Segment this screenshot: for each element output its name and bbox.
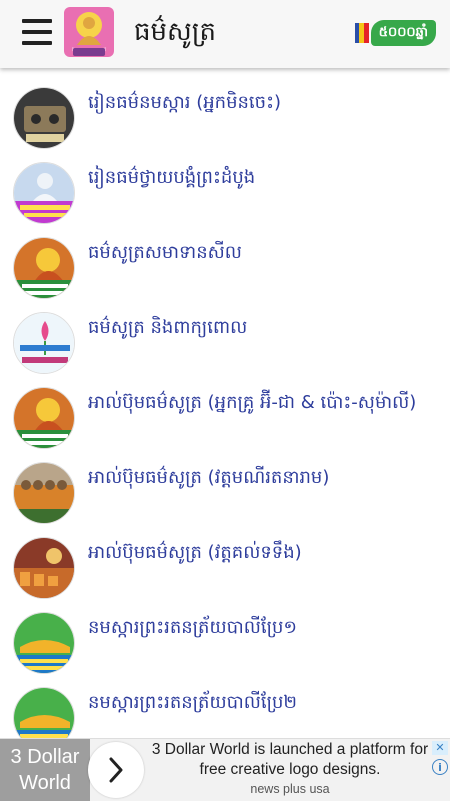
list-item[interactable]: ធម៌សូត្រ និងពាក្យពោល [0, 293, 450, 374]
page-title: ធម៌សូត្រ [134, 17, 217, 47]
app-bar: ធម៌សូត្រ ៥០០០ឆ្នាំ [0, 0, 450, 68]
ad-banner[interactable]: 3 Dollar World 3 Dollar World is launche… [0, 738, 450, 801]
reclining-buddha-thumbnail [13, 612, 75, 674]
list-item-label: អាល់ប៊ុមធម៌សូត្រ (វត្តគល់ទទឹង) [88, 542, 302, 563]
5000-years-badge-button[interactable]: ៥០០០ឆ្នាំ [354, 18, 436, 48]
list-item[interactable]: រៀនធម៌នមស្ការ (អ្នកមិនចេះ) [0, 68, 450, 149]
list-item[interactable]: អាល់ប៊ុមធម៌សូត្រ (វត្តគល់ទទឹង) [0, 518, 450, 599]
list-item-label: ធម៌សូត្រ និងពាក្យពោល [88, 317, 248, 338]
monks-thumbnail [13, 462, 75, 524]
list-item-label: រៀនធម៌នមស្ការ (អ្នកមិនចេះ) [88, 92, 281, 113]
cassette-thumbnail [13, 87, 75, 149]
list-item-label: អាល់ប៊ុមធម៌សូត្រ (វត្តមណីរតនារាម) [88, 467, 330, 488]
list-item[interactable]: អាល់ប៊ុមធម៌សូត្រ (អ្នកគ្រូ អ៊ី-ជា & ប៉ោះ… [0, 368, 450, 449]
list-item-label: នមស្ការព្រះរតនត្រ័យបាលីប្រែ២ [88, 692, 298, 713]
ad-source: news plus usa [250, 782, 330, 796]
ad-text: 3 Dollar World is launched a platform fo… [150, 739, 430, 798]
buddha-thumbnail [13, 387, 75, 449]
list-item[interactable]: អាល់ប៊ុមធម៌សូត្រ (វត្តមណីរតនារាម) [0, 443, 450, 524]
ad-logo: 3 Dollar World [0, 739, 90, 801]
list-item-label: ធម៌សូត្រសមាទានសីល [88, 242, 242, 263]
lotus-thumbnail [13, 312, 75, 374]
list-item-label: រៀនធម៌ថ្វាយបង្គំព្រះដំបូង [88, 167, 256, 188]
list-item[interactable]: នមស្ការព្រះរតនត្រ័យបាលីប្រែ២ [0, 668, 450, 749]
close-icon[interactable]: ✕ [432, 741, 448, 755]
chevron-right-icon[interactable] [88, 742, 144, 798]
list-item-label: នមស្ការព្រះរតនត្រ័យបាលីប្រែ១ [88, 617, 298, 638]
list-item[interactable]: នមស្ការព្រះរតនត្រ័យបាលីប្រែ១ [0, 593, 450, 674]
menu-list: រៀនធម៌នមស្ការ (អ្នកមិនចេះ) រៀនធម៌ថ្វាយបង… [0, 68, 450, 749]
buddhist-flag-icon [354, 23, 369, 43]
ceremony-thumbnail [13, 537, 75, 599]
info-icon[interactable]: i [432, 759, 448, 775]
badge-label: ៥០០០ឆ្នាំ [370, 20, 436, 46]
hamburger-menu-icon[interactable] [22, 19, 52, 45]
list-item[interactable]: ធម៌សូត្រសមាទានសីល [0, 218, 450, 299]
ad-headline: 3 Dollar World is launched a platform fo… [151, 741, 429, 778]
buddha-thumbnail [13, 237, 75, 299]
buddha-statue-thumbnail [13, 162, 75, 224]
list-item-label: អាល់ប៊ុមធម៌សូត្រ (អ្នកគ្រូ អ៊ី-ជា & ប៉ោះ… [88, 392, 417, 413]
app-logo [64, 7, 114, 57]
list-item[interactable]: រៀនធម៌ថ្វាយបង្គំព្រះដំបូង [0, 143, 450, 224]
